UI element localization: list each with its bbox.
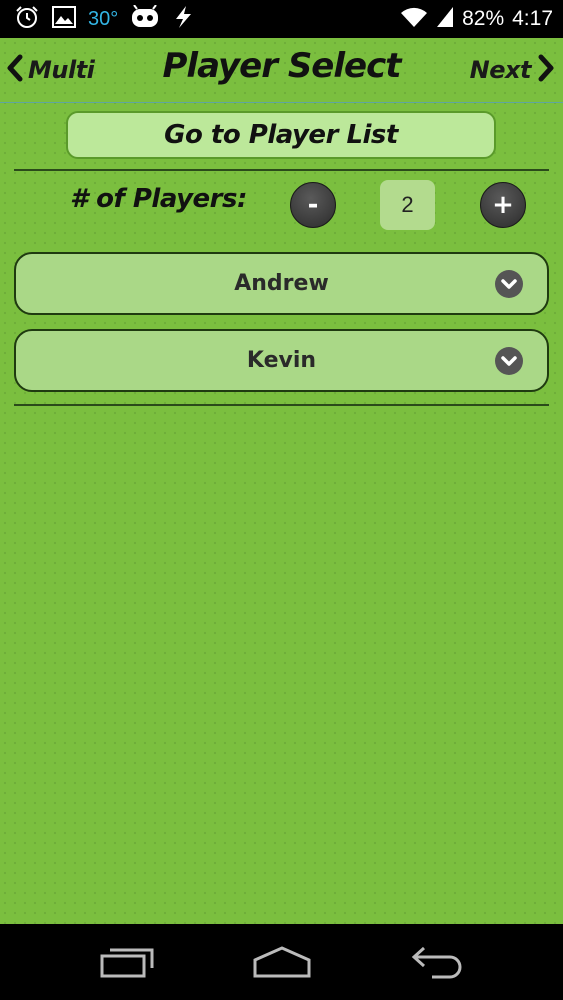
chevron-right-icon (537, 54, 555, 86)
lightning-icon (172, 5, 194, 33)
battery-percent: 82% (462, 7, 505, 30)
system-nav-bar (0, 924, 563, 1000)
header-bar: Multi Player Select Next (0, 38, 563, 103)
divider (14, 404, 549, 406)
image-icon (52, 6, 76, 32)
back-arrow-icon[interactable] (410, 944, 466, 984)
home-icon[interactable] (252, 944, 312, 984)
next-label: Next (469, 56, 532, 84)
app-content: Multi Player Select Next Go to Player Li… (0, 38, 563, 924)
players-count-label: # of Players: (70, 184, 247, 214)
temperature-text: 30° (88, 7, 119, 30)
status-bar: 30° 82% 4:17 (0, 0, 563, 38)
wifi-icon (400, 6, 428, 32)
player-name: Andrew (234, 271, 329, 296)
player-select-2[interactable]: Kevin (14, 329, 549, 392)
player-name: Kevin (246, 348, 317, 373)
player-select-1[interactable]: Andrew (14, 252, 549, 315)
clock-time: 4:17 (512, 7, 553, 30)
divider (14, 169, 549, 171)
chevron-down-icon (495, 347, 523, 375)
chevron-down-icon (495, 270, 523, 298)
alarm-clock-icon (14, 4, 40, 34)
signal-icon (436, 6, 454, 32)
next-button[interactable]: Next (470, 52, 555, 88)
recent-apps-icon[interactable] (100, 944, 156, 984)
decrease-players-button[interactable]: - (290, 182, 336, 228)
cyanogenmod-bot-icon (130, 4, 160, 33)
go-to-player-list-button[interactable]: Go to Player List (66, 111, 496, 159)
increase-players-button[interactable]: + (480, 182, 526, 228)
players-count-value: 2 (380, 180, 435, 230)
